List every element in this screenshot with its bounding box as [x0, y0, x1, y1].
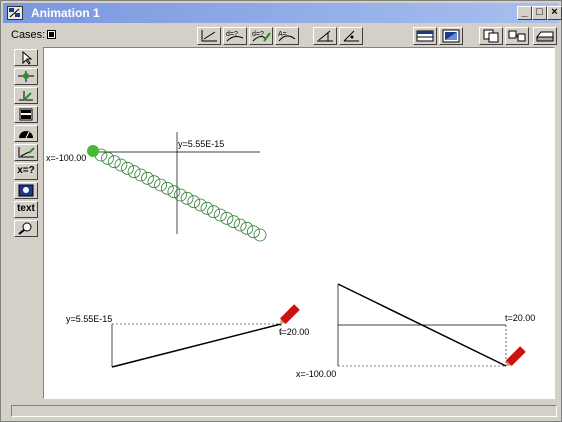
trail-ghost-circle: [200, 201, 214, 215]
graph1-y-label: y=5.55E-15: [66, 314, 113, 324]
zoom-button[interactable]: [14, 220, 38, 237]
app-icon: [7, 6, 23, 20]
trail-ghost-circle: [121, 161, 134, 175]
minimize-button[interactable]: _: [517, 6, 532, 20]
table-button[interactable]: [413, 27, 437, 45]
toolbar: Cases: d=? d=? A=: [3, 25, 559, 47]
trail-ghost-circle: [127, 165, 141, 179]
trail-ghost-circle: [101, 151, 114, 165]
canvas-drawing: [87, 132, 526, 368]
angle-button[interactable]: [339, 27, 363, 45]
vector-icon: [19, 91, 33, 101]
text-button[interactable]: text: [14, 201, 38, 218]
trail-ghost-circle: [233, 218, 247, 232]
animation-canvas[interactable]: x=-100.00 y=5.55E-15 y=5.55E-15 t=20.00 …: [43, 47, 555, 399]
window-title: Animation 1: [31, 6, 100, 20]
graph2-x-label: x=-100.00: [296, 369, 337, 379]
table-icon: [416, 30, 434, 42]
particle-button[interactable]: [14, 68, 38, 85]
trail-ghost-circle: [207, 205, 221, 219]
graph-xy-icon: [201, 30, 217, 42]
cases-label: Cases:: [11, 29, 46, 41]
print-icon: [535, 31, 554, 42]
particle-icon: [18, 71, 34, 82]
meter-button[interactable]: [14, 106, 38, 123]
zoom-icon: [18, 222, 32, 235]
graph1-t-label: t=20.00: [279, 327, 310, 337]
status-bar: [11, 405, 557, 417]
trail-ghost-circle: [227, 215, 240, 229]
gauge-button[interactable]: [14, 125, 38, 142]
paste-icon: [508, 30, 526, 42]
trail-ghost-circle: [240, 221, 254, 235]
particle-trail: [94, 148, 267, 242]
trail-ghost-circle: [246, 225, 260, 239]
trail-ghost-circle: [141, 171, 154, 185]
picture-button[interactable]: [14, 182, 38, 199]
calculate-edit-icon: d=?: [252, 31, 271, 42]
gauge-icon: [19, 131, 33, 139]
graph-xy-button[interactable]: [197, 27, 221, 45]
svg-text:A=: A=: [278, 31, 287, 38]
trail-ghost-circle: [187, 195, 201, 209]
slope-icon: [317, 30, 333, 42]
copy-button[interactable]: [479, 27, 503, 45]
fit-button[interactable]: A=: [275, 27, 299, 45]
trail-ghost-circle: [213, 208, 227, 222]
angle-icon: [343, 30, 359, 42]
cases-checkbox[interactable]: [47, 30, 56, 39]
tool-palette: x=? text: [11, 47, 41, 243]
graph-pen-icon: [18, 147, 35, 158]
trail-ghost-circle: [220, 211, 234, 225]
graph2-pencil-icon: [505, 346, 526, 366]
graph-pen-button[interactable]: [14, 144, 38, 161]
graph1-pencil-icon: [280, 304, 300, 324]
trail-ghost-circle: [180, 191, 194, 205]
particle-x-label: x=-100.00: [46, 153, 87, 163]
image-icon: [442, 29, 460, 43]
calc-button[interactable]: x=?: [14, 163, 38, 180]
vector-button[interactable]: [14, 87, 38, 104]
trail-ghost-circle: [147, 175, 161, 189]
image-button[interactable]: [439, 27, 463, 45]
graph1-plot-line: [111, 323, 282, 368]
trail-ghost-circle: [114, 158, 128, 172]
arrow-select-icon: [22, 50, 33, 65]
trail-ghost-circle: [193, 198, 207, 212]
animation-window: Animation 1 _ □ × Cases: d=? d=? A= x=? …: [0, 0, 562, 422]
calculate-button[interactable]: d=?: [223, 27, 247, 45]
slope-button[interactable]: [313, 27, 337, 45]
trail-ghost-circle: [167, 185, 181, 199]
trail-ghost-circle: [107, 155, 121, 169]
maximize-button[interactable]: □: [532, 6, 547, 20]
copy-icon: [483, 29, 499, 43]
fit-icon: A=: [278, 31, 296, 42]
particle[interactable]: [87, 145, 99, 157]
arrow-select-button[interactable]: [14, 49, 38, 66]
trail-ghost-circle: [174, 188, 187, 202]
title-bar[interactable]: Animation 1 _ □ ×: [3, 3, 562, 23]
trail-ghost-circle: [253, 228, 267, 242]
paste-button[interactable]: [505, 27, 529, 45]
meter-icon: [19, 108, 33, 121]
print-button[interactable]: [533, 27, 557, 45]
close-button[interactable]: ×: [547, 6, 562, 20]
calculate-icon: d=?: [226, 31, 244, 42]
picture-icon: [18, 184, 34, 197]
particle-y-label: y=5.55E-15: [178, 139, 225, 149]
calculate-edit-button[interactable]: d=?: [249, 27, 273, 45]
graph2-t-label: t=20.00: [505, 313, 536, 323]
trail-ghost-circle: [160, 181, 174, 195]
trail-ghost-circle: [134, 168, 148, 182]
trail-ghost-circle: [154, 178, 167, 192]
